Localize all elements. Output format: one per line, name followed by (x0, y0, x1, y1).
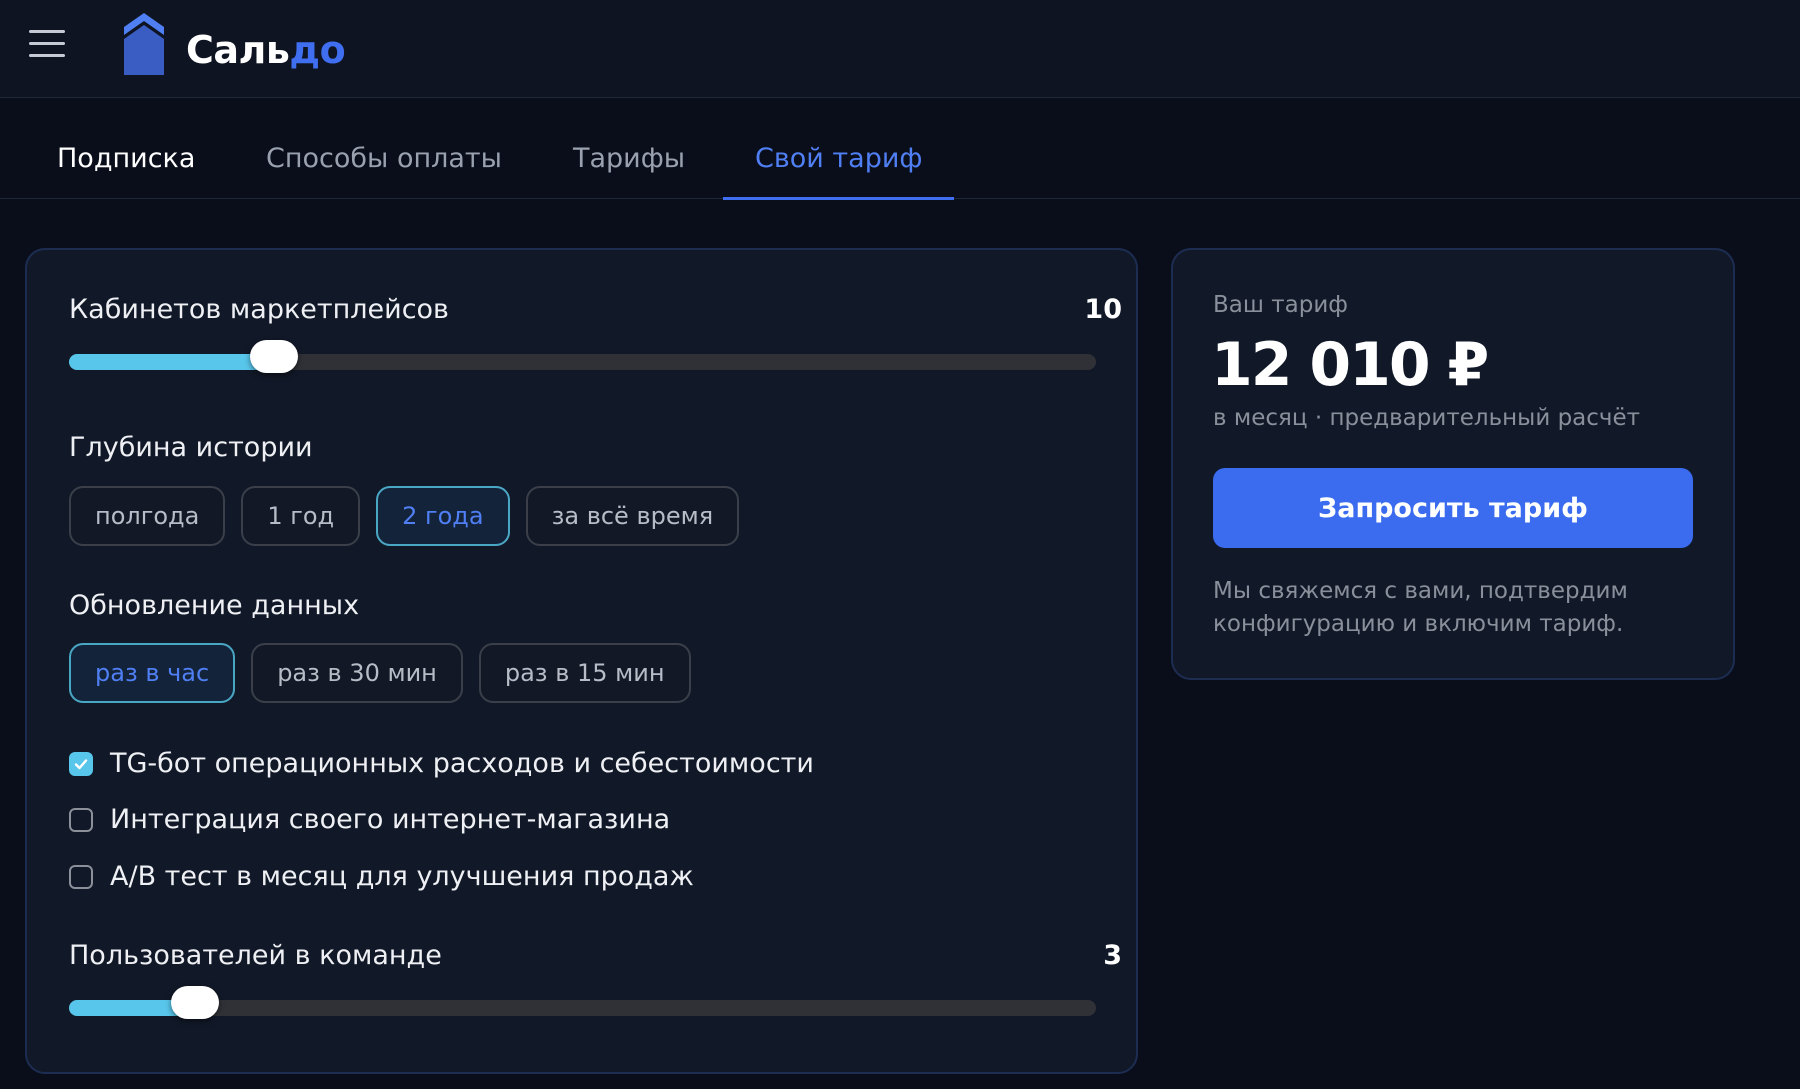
history-title: Глубина истории (69, 432, 313, 463)
cabinets-value: 10 (1084, 294, 1122, 325)
users-slider-thumb[interactable] (171, 986, 220, 1019)
update-option-15-min[interactable]: раз в 15 мин (478, 643, 691, 703)
summary-subtitle: в месяц · предварительный расчёт (1213, 405, 1641, 431)
cabinets-slider-thumb[interactable] (250, 340, 299, 373)
logo-text-part2: до (289, 28, 346, 72)
history-options: полгода 1 год 2 года за всё время (69, 486, 740, 546)
cabinets-slider-fill (69, 354, 275, 370)
cabinets-label: Кабинетов маркетплейсов (69, 294, 449, 325)
addon-ab-test-label: A/B тест в месяц для улучшения продаж (110, 861, 694, 892)
users-label: Пользователей в команде (69, 940, 442, 971)
logo-text-part1: Саль (186, 28, 290, 72)
tab-tariffs[interactable]: Тарифы (541, 99, 717, 199)
history-option-2-years[interactable]: 2 года (376, 486, 510, 546)
history-option-half-year[interactable]: полгода (69, 486, 226, 546)
request-tariff-button[interactable]: Запросить тариф (1213, 468, 1693, 548)
update-title: Обновление данных (69, 590, 360, 621)
update-options: раз в час раз в 30 мин раз в 15 мин (69, 643, 691, 703)
summary-note: Мы свяжемся с вами, подтвердим конфигура… (1213, 578, 1628, 637)
update-option-hourly[interactable]: раз в час (69, 643, 236, 703)
logo[interactable]: Сальдо (186, 28, 346, 72)
addon-tg-bot-label: TG-бот операционных расходов и себестоим… (110, 748, 814, 779)
update-option-30-min[interactable]: раз в 30 мин (251, 643, 463, 703)
top-bar: Сальдо (0, 0, 1800, 98)
logo-icon (124, 13, 164, 75)
tab-bar: Подписка Способы оплаты Тарифы Свой тари… (0, 99, 1800, 200)
history-option-1-year[interactable]: 1 год (241, 486, 361, 546)
cabinets-slider[interactable] (69, 340, 1096, 373)
tab-payment-methods[interactable]: Способы оплаты (234, 99, 534, 199)
checkbox-checked-icon[interactable] (69, 751, 93, 776)
addon-tg-bot[interactable]: TG-бот операционных расходов и себестоим… (69, 748, 814, 779)
history-option-all-time[interactable]: за всё время (525, 486, 740, 546)
tariff-config-card: Кабинетов маркетплейсов 10 Глубина истор… (25, 248, 1138, 1074)
users-value: 3 (1103, 940, 1122, 971)
summary-label: Ваш тариф (1213, 292, 1348, 318)
users-slider[interactable] (69, 986, 1096, 1019)
addon-store-integration-label: Интеграция своего интернет-магазина (110, 804, 671, 835)
checkbox-empty-icon[interactable] (69, 807, 93, 832)
tab-subscription[interactable]: Подписка (25, 99, 227, 199)
checkbox-empty-icon[interactable] (69, 864, 93, 889)
menu-icon[interactable] (29, 30, 65, 58)
tab-custom-tariff[interactable]: Свой тариф (723, 99, 955, 200)
addon-ab-test[interactable]: A/B тест в месяц для улучшения продаж (69, 861, 694, 892)
summary-price: 12 010 ₽ (1211, 330, 1489, 400)
addon-store-integration[interactable]: Интеграция своего интернет-магазина (69, 804, 670, 835)
tariff-summary-card: Ваш тариф 12 010 ₽ в месяц · предварител… (1171, 248, 1735, 680)
